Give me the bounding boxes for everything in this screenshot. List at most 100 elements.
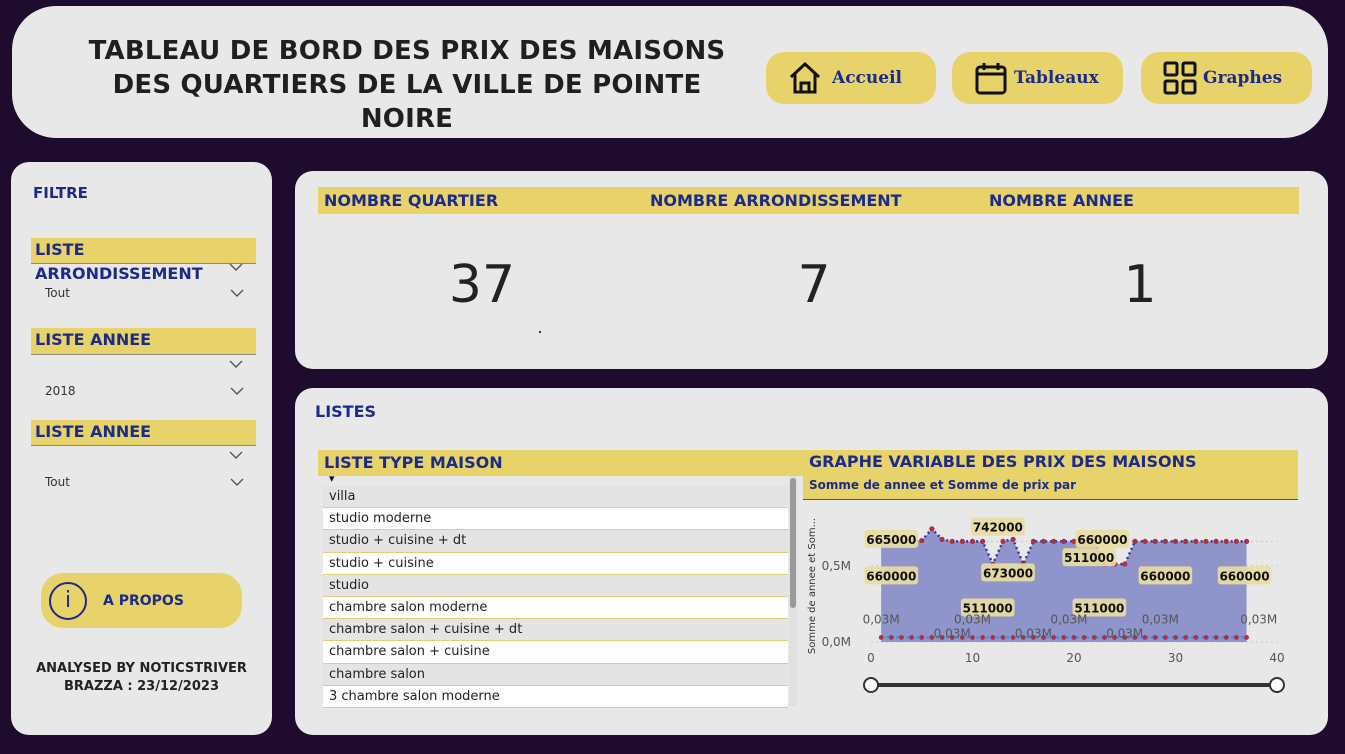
annee-point[interactable]	[919, 635, 925, 640]
prix-point[interactable]	[1122, 561, 1128, 567]
prix-point[interactable]	[1203, 538, 1209, 544]
prix-point[interactable]	[1000, 538, 1006, 544]
annee-point[interactable]	[1203, 635, 1209, 640]
x-tick-label: 30	[1168, 651, 1183, 665]
nav-accueil-button[interactable]: Accueil	[766, 52, 936, 104]
list-item[interactable]: studio + cuisine + dt	[323, 530, 788, 553]
range-slider-handle-max[interactable]	[1269, 677, 1285, 693]
annee-point[interactable]	[1142, 635, 1148, 640]
annee-point[interactable]	[1152, 635, 1158, 640]
slicer-arrondissement-dropdown[interactable]: Tout	[41, 280, 245, 306]
annee-point[interactable]	[1213, 635, 1219, 640]
data-label-small: 0,03M	[934, 626, 971, 640]
slicer-arrondissement-header: LISTE ARRONDISSEMENT	[31, 238, 256, 283]
slicer-annee-value: 2018	[45, 384, 76, 398]
chevron-down-icon[interactable]	[228, 262, 244, 272]
page-title: TABLEAU DE BORD DES PRIX DES MAISONS DES…	[88, 36, 726, 134]
annee-point[interactable]	[878, 635, 884, 640]
y-tick-label: 0,5M	[822, 559, 851, 573]
annee-point[interactable]	[909, 635, 914, 640]
prix-point[interactable]	[1040, 538, 1047, 544]
calendar-icon	[975, 63, 1007, 95]
annee-point[interactable]	[1162, 635, 1168, 640]
prix-point[interactable]	[1172, 538, 1179, 544]
prix-point[interactable]	[969, 538, 976, 544]
data-label-small: 0,03M	[954, 613, 991, 627]
annee-point[interactable]	[1223, 635, 1229, 640]
dot-marker	[539, 331, 541, 333]
prix-point[interactable]	[1243, 538, 1250, 544]
data-label-small: 0,03M	[1015, 626, 1052, 640]
prix-point[interactable]	[929, 526, 935, 532]
annee-point[interactable]	[888, 635, 894, 640]
prix-point[interactable]	[1030, 538, 1036, 544]
list-item[interactable]: chambre salon moderne	[323, 596, 788, 620]
price-line-chart: Somme de annee et Som... 0,0M 0,5M 0 10 20 30 4…	[807, 517, 1285, 693]
type-maison-header: LISTE TYPE MAISON	[318, 450, 803, 476]
annee-point[interactable]	[1244, 635, 1249, 640]
list-item[interactable]: studio moderne	[323, 508, 788, 531]
annee-point[interactable]	[1081, 635, 1087, 640]
prix-point[interactable]	[1132, 538, 1138, 544]
data-label-small: 0,03M	[1050, 613, 1087, 627]
kpi-arrondissement-label: NOMBRE ARRONDISSEMENT	[644, 187, 983, 214]
prix-point[interactable]	[1193, 538, 1199, 544]
nav-tableaux-button[interactable]: Tableaux	[952, 52, 1123, 104]
x-tick-label: 20	[1066, 651, 1081, 665]
sort-icon[interactable]: ▾	[329, 473, 335, 484]
kpi-annee-value: 1	[1123, 255, 1157, 315]
range-slider-handle-min[interactable]	[863, 677, 879, 693]
chevron-down-icon[interactable]	[228, 359, 244, 369]
prix-point[interactable]	[1183, 538, 1189, 544]
prix-point[interactable]	[919, 537, 925, 544]
prix-point[interactable]	[949, 538, 955, 544]
annee-point[interactable]	[1193, 635, 1199, 640]
slicer-annee-2-dropdown[interactable]: Tout	[41, 469, 245, 495]
y-tick-label: 0,0M	[822, 635, 851, 649]
prix-point[interactable]	[980, 538, 986, 544]
prix-point[interactable]	[1213, 538, 1219, 544]
chevron-down-icon[interactable]	[228, 450, 244, 460]
slicer-annee-2-value: Tout	[45, 475, 70, 489]
prix-point[interactable]	[1223, 538, 1229, 544]
annee-point[interactable]	[980, 635, 986, 640]
annee-point[interactable]	[1051, 635, 1057, 640]
annee-point[interactable]	[1000, 635, 1006, 640]
list-scrollbar-thumb[interactable]	[790, 478, 796, 608]
prix-point[interactable]	[1061, 538, 1067, 544]
list-item[interactable]: chambre salon	[323, 663, 788, 686]
nav-graphes-button[interactable]: Graphes	[1141, 52, 1312, 104]
list-item[interactable]: studio	[323, 574, 788, 597]
prix-point[interactable]	[1233, 538, 1239, 544]
list-item[interactable]: 3 chambre salon moderne	[323, 685, 788, 708]
annee-point[interactable]	[899, 635, 904, 640]
slicer-annee-dropdown[interactable]: 2018	[41, 378, 245, 404]
prix-point[interactable]	[1152, 538, 1158, 544]
prix-point[interactable]	[959, 538, 965, 544]
prix-point[interactable]	[1142, 538, 1148, 544]
y-axis-title: Somme de annee et Som...	[807, 518, 818, 654]
annee-point[interactable]	[1183, 635, 1189, 640]
prix-point[interactable]	[1010, 536, 1016, 542]
annee-point[interactable]	[1071, 635, 1077, 640]
annee-point[interactable]	[1061, 635, 1067, 640]
list-item[interactable]: chambre salon + cuisine + dt	[323, 619, 788, 642]
annee-point[interactable]	[1234, 635, 1239, 640]
annee-point[interactable]	[1173, 635, 1178, 640]
kpi-annee-label: NOMBRE ANNEE	[983, 187, 1299, 214]
x-tick-label: 10	[965, 651, 980, 665]
annee-point[interactable]	[990, 635, 996, 640]
list-item[interactable]: studio + cuisine	[323, 552, 788, 575]
data-label: 665000	[866, 533, 916, 547]
prix-point[interactable]	[1051, 538, 1057, 544]
list-item[interactable]: chambre salon + cuisine	[323, 641, 788, 664]
prix-point[interactable]	[1162, 538, 1168, 544]
x-tick-label: 0	[867, 651, 875, 665]
list-item[interactable]: villa	[323, 486, 788, 509]
annee-point[interactable]	[970, 635, 975, 640]
annee-point[interactable]	[1091, 635, 1097, 640]
apropos-button[interactable]: i A PROPOS	[41, 573, 242, 628]
prix-point[interactable]	[939, 536, 945, 542]
type-maison-list: villa studio moderne studio + cuisine + dt…	[323, 486, 788, 708]
data-label-small: 0,03M	[1106, 626, 1143, 640]
